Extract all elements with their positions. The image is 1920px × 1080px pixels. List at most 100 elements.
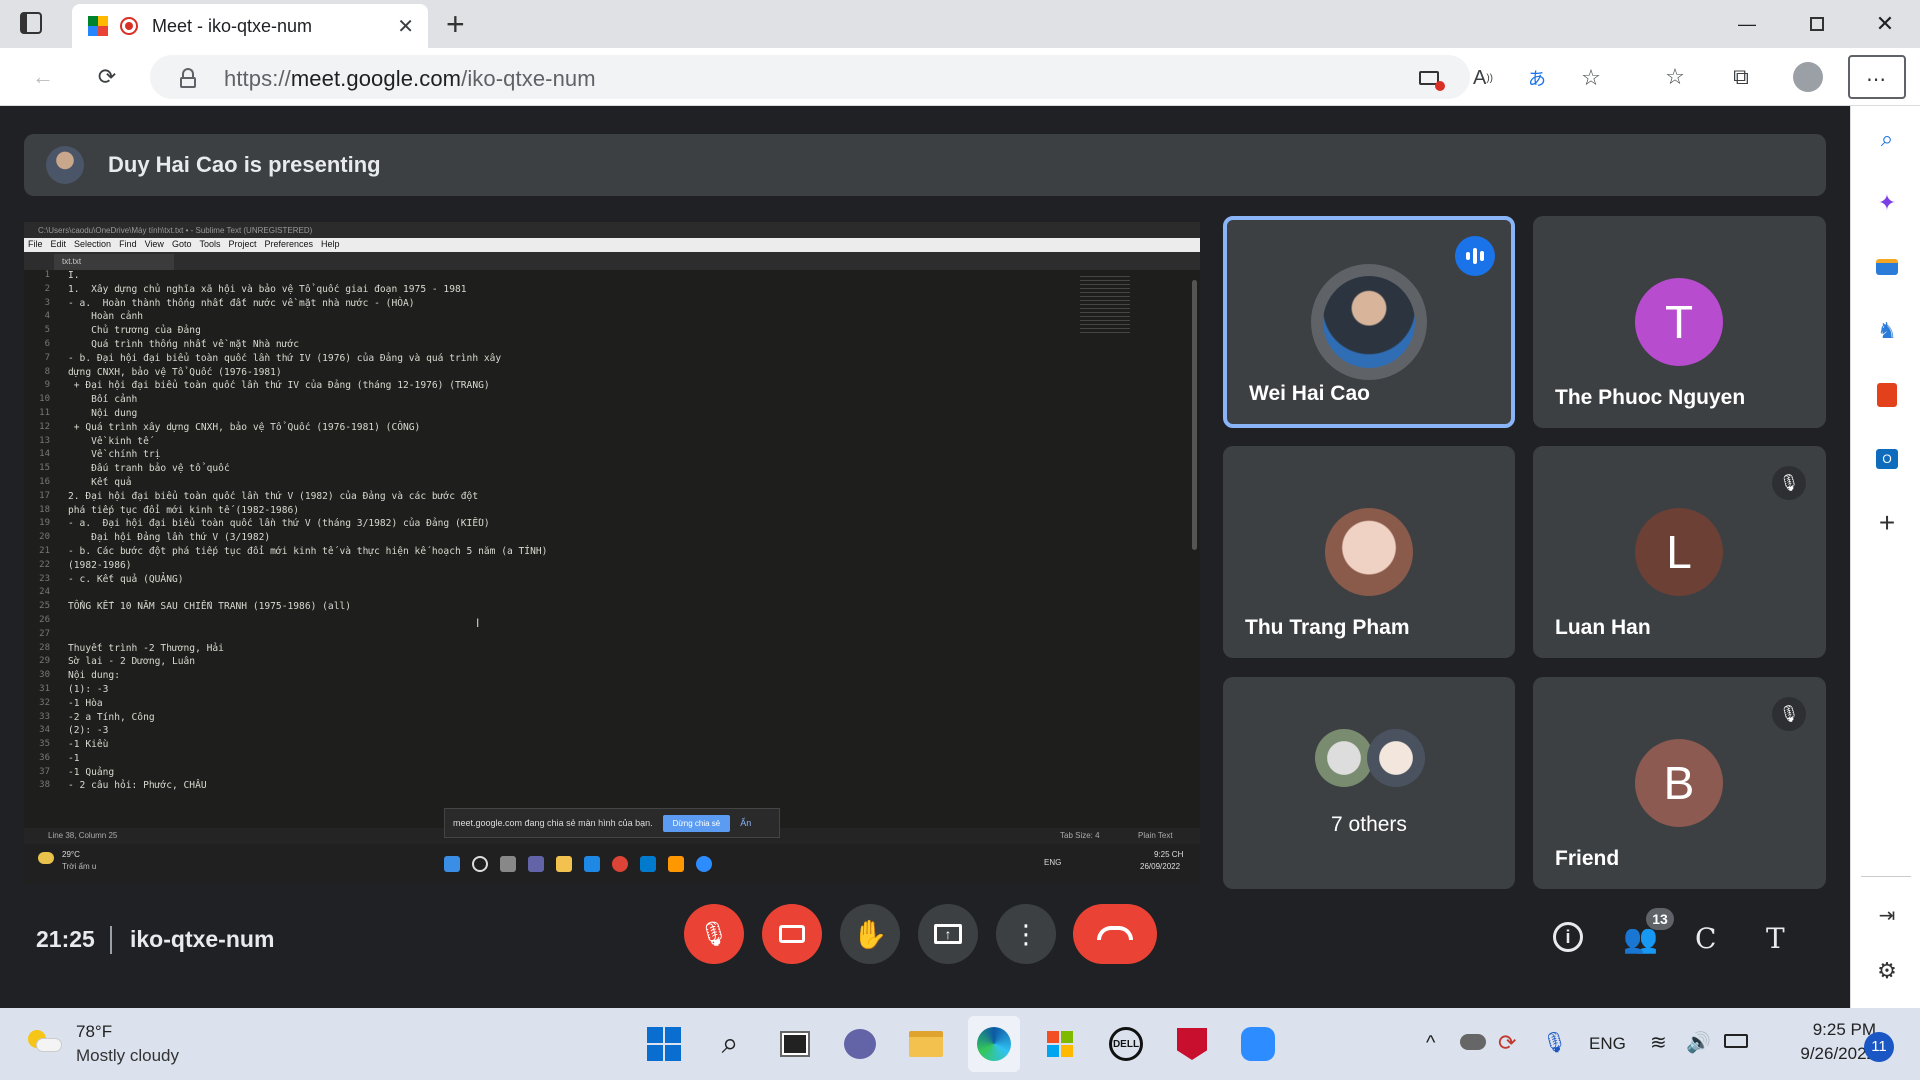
copilot-icon[interactable]: ✦: [1870, 186, 1904, 220]
close-window-button[interactable]: ✕: [1850, 0, 1920, 48]
hide-sidebar-icon[interactable]: ⇥: [1870, 898, 1904, 932]
tab-actions-icon[interactable]: [20, 12, 42, 34]
mic-toggle-button[interactable]: 🎙: [684, 904, 744, 964]
search-icon[interactable]: ⌕: [710, 1024, 750, 1064]
microphone-icon[interactable]: 🎙: [1542, 1030, 1567, 1055]
code-line: Nội dung:: [68, 670, 120, 682]
camera-blocked-icon[interactable]: [1412, 61, 1446, 95]
favorites-icon[interactable]: ☆: [1658, 60, 1692, 94]
favorite-add-icon[interactable]: ☆: [1574, 61, 1608, 95]
participant-tile[interactable]: 7 others: [1223, 677, 1515, 889]
participant-count-badge: 13: [1646, 908, 1674, 930]
edge-icon[interactable]: [968, 1016, 1020, 1072]
zoom-icon[interactable]: [1238, 1024, 1278, 1064]
code-line: (2): -3: [68, 725, 109, 737]
meet-area: Duy Hai Cao is presenting C:\Users\caodu…: [0, 106, 1850, 1008]
hide-button: Ẩn: [740, 818, 752, 828]
sync-icon[interactable]: ⟳: [1498, 1030, 1516, 1056]
code-line: Sờ lai - 2 Dương, Luân: [68, 656, 196, 668]
meeting-details-button[interactable]: i: [1553, 922, 1583, 952]
participant-name: Wei Hai Cao: [1249, 382, 1370, 405]
raise-hand-button[interactable]: ✋: [840, 904, 900, 964]
line-number: 33: [39, 711, 50, 722]
line-number: 30: [39, 670, 50, 681]
leave-call-button[interactable]: [1073, 904, 1157, 964]
windows-taskbar: 78°F Mostly cloudy ⌕ DELL ^ ⟳ 🎙 ENG ≋ 🔊 …: [0, 1008, 1920, 1080]
notification-badge[interactable]: 11: [1864, 1032, 1894, 1062]
refresh-icon[interactable]: ⟳: [90, 60, 124, 94]
separator: [110, 926, 112, 954]
weather-desc[interactable]: Mostly cloudy: [76, 1046, 179, 1066]
chat-button[interactable]: C: [1695, 922, 1716, 955]
tray-date[interactable]: 9/26/2022: [1770, 1044, 1876, 1064]
close-tab-icon[interactable]: ✕: [397, 14, 414, 39]
editor-menu-bar: File Edit Selection Find View Goto Tools…: [24, 238, 1200, 252]
participant-tile[interactable]: Thu Trang Pham: [1223, 446, 1515, 658]
file-explorer-icon[interactable]: [906, 1024, 946, 1064]
mcafee-icon[interactable]: [1172, 1024, 1212, 1064]
new-tab-button[interactable]: +: [446, 6, 465, 43]
settings-more-icon[interactable]: ⋯: [1848, 55, 1906, 99]
info-icon: i: [1553, 922, 1583, 952]
back-icon[interactable]: ←: [26, 60, 60, 94]
line-number: 13: [39, 435, 50, 446]
task-view-icon[interactable]: [775, 1024, 815, 1064]
presenting-banner: Duy Hai Cao is presenting: [24, 134, 1826, 196]
wifi-icon[interactable]: ≋: [1650, 1030, 1667, 1055]
search-icon[interactable]: ⌕: [1870, 122, 1904, 156]
stop-sharing-button: Dừng chia sẻ: [662, 814, 731, 832]
participant-tile[interactable]: B 🎙 Friend: [1533, 677, 1826, 889]
meeting-code: iko-qtxe-num: [130, 926, 275, 952]
tray-overflow-icon[interactable]: ^: [1426, 1032, 1435, 1055]
volume-icon[interactable]: 🔊: [1686, 1030, 1711, 1055]
language-indicator[interactable]: ENG: [1589, 1034, 1626, 1054]
outlook-icon[interactable]: O: [1870, 442, 1904, 476]
shared-weather-icon: [38, 852, 54, 864]
shared-explorer-icon: [556, 856, 572, 872]
profile-avatar[interactable]: [1791, 60, 1825, 94]
editor-window-title: C:\Users\caodu\OneDrive\Máy tính\txt.txt…: [24, 222, 1200, 238]
present-button[interactable]: ↑: [918, 904, 978, 964]
teams-chat-icon[interactable]: [840, 1024, 880, 1064]
line-number: 28: [39, 642, 50, 653]
line-number: 15: [39, 463, 50, 474]
weather-icon[interactable]: [28, 1030, 62, 1054]
read-aloud-icon[interactable]: A)): [1466, 61, 1500, 95]
settings-gear-icon[interactable]: ⚙: [1870, 954, 1904, 988]
participant-tile[interactable]: T The Phuoc Nguyen: [1533, 216, 1826, 428]
add-icon[interactable]: +: [1870, 506, 1904, 540]
address-bar[interactable]: https://meet.google.com/iko-qtxe-num A))…: [150, 55, 1601, 99]
participant-tile[interactable]: L 🎙 Luan Han: [1533, 446, 1826, 658]
office-icon[interactable]: [1870, 378, 1904, 412]
start-icon[interactable]: [644, 1024, 684, 1064]
camera-toggle-button[interactable]: [762, 904, 822, 964]
browser-tab[interactable]: Meet - iko-qtxe-num ✕: [72, 4, 428, 48]
dell-icon[interactable]: DELL: [1106, 1024, 1146, 1064]
shared-screen[interactable]: C:\Users\caodu\OneDrive\Máy tính\txt.txt…: [24, 222, 1200, 884]
editor-menu-item: File: [28, 239, 43, 249]
activities-button[interactable]: T: [1766, 922, 1785, 955]
tab-title: Meet - iko-qtxe-num: [152, 15, 313, 36]
shared-chrome-icon: [612, 856, 628, 872]
line-number: 3: [44, 297, 50, 308]
code-line: - a. Hoàn thành thống nhất đất nước về m…: [68, 297, 415, 309]
collections-icon[interactable]: ⧉: [1724, 60, 1758, 94]
line-number: 31: [39, 683, 50, 694]
maximize-button[interactable]: [1782, 0, 1852, 48]
translate-icon[interactable]: あ: [1520, 61, 1554, 95]
editor-scrollbar: [1192, 280, 1197, 550]
tray-time[interactable]: 9:25 PM: [1770, 1020, 1876, 1040]
lock-icon[interactable]: [180, 68, 196, 88]
more-options-button[interactable]: ⋮: [996, 904, 1056, 964]
onedrive-icon[interactable]: [1460, 1034, 1486, 1050]
participant-tile[interactable]: Wei Hai Cao: [1223, 216, 1515, 428]
code-line: Kết quả: [68, 476, 132, 488]
games-icon[interactable]: ♞: [1870, 314, 1904, 348]
weather-temp[interactable]: 78°F: [76, 1022, 112, 1042]
battery-icon[interactable]: [1724, 1034, 1748, 1048]
store-icon[interactable]: [1040, 1024, 1080, 1064]
minimize-button[interactable]: —: [1712, 0, 1782, 48]
shopping-icon[interactable]: [1870, 250, 1904, 284]
code-line: -1 Quảng: [68, 766, 115, 778]
